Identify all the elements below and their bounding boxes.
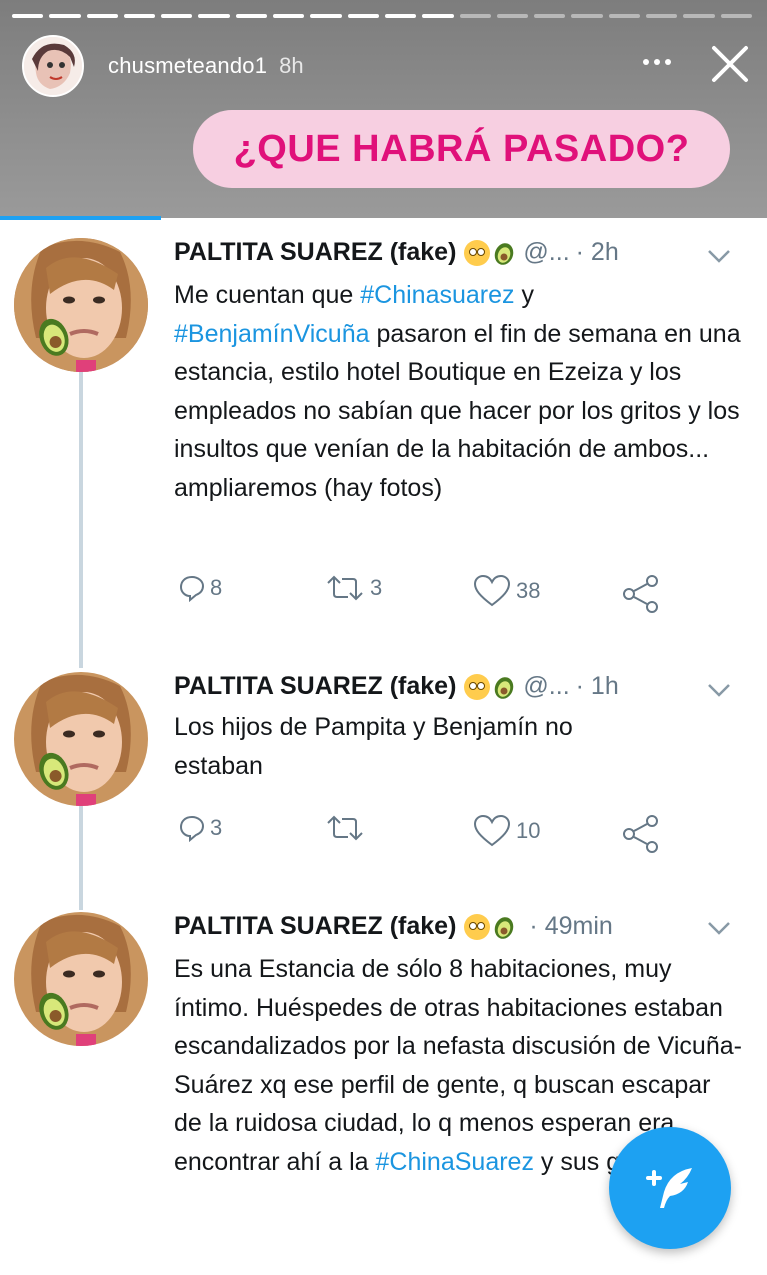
compose-tweet-button[interactable] (609, 1127, 731, 1249)
reply-button[interactable]: 8 (178, 574, 222, 602)
tweet-header: PALTITA SUAREZ (fake) @... · 1h (174, 672, 619, 701)
tweet-handle[interactable]: @... (523, 672, 569, 701)
story-user-row: chusmeteando1 8h (22, 35, 304, 97)
tweet-header: PALTITA SUAREZ (fake) @... · 2h (174, 238, 619, 267)
profile-avatar[interactable] (14, 672, 148, 806)
chevron-down-icon[interactable] (706, 246, 732, 266)
tweet-handle[interactable]: @... (523, 238, 569, 267)
tweet-actions: 3 10 (174, 814, 694, 854)
thread-line (79, 806, 83, 910)
tweet-author-name[interactable]: PALTITA SUAREZ (fake) (174, 912, 456, 941)
retweet-button[interactable] (324, 814, 370, 842)
avocado-emoji-icon (495, 676, 514, 699)
tweet-text: Me cuentan que #Chinasuarez y #BenjamínV… (174, 276, 744, 507)
tweet-time: · 1h (575, 672, 619, 700)
heart-icon (473, 814, 511, 847)
reply-icon (179, 815, 205, 842)
tweet-text-segment: Me cuentan que (174, 281, 361, 309)
flushed-emoji-icon (464, 673, 491, 700)
like-button[interactable]: 38 (472, 574, 540, 608)
retweet-button[interactable]: 3 (324, 574, 382, 602)
retweet-icon (327, 575, 363, 601)
tweet-header: PALTITA SUAREZ (fake) · 49min (174, 912, 613, 941)
tweet-time: · 49min (529, 912, 613, 940)
reply-count: 8 (210, 575, 223, 600)
thread-line (79, 372, 83, 668)
tweet-author-name[interactable]: PALTITA SUAREZ (fake) (174, 238, 456, 267)
story-avatar[interactable] (22, 35, 84, 97)
story-time: 8h (279, 53, 304, 78)
profile-avatar[interactable] (14, 912, 148, 1046)
avocado-emoji-icon (495, 916, 514, 939)
retweet-icon (327, 815, 363, 841)
reply-count: 3 (210, 815, 223, 840)
tweet-actions: 8 3 38 (174, 574, 694, 614)
tweet-text-segment: y (514, 281, 534, 309)
chevron-down-icon[interactable] (706, 918, 732, 938)
flushed-emoji-icon (464, 913, 491, 940)
share-button[interactable] (620, 814, 666, 854)
share-icon (623, 815, 658, 853)
tweet-text-segment: Los hijos de Pampita y Benjamín no estab… (174, 713, 573, 780)
hashtag-link[interactable]: #ChinaSuarez (376, 1148, 534, 1176)
story-progress-bar (12, 14, 752, 18)
tab-indicator (0, 216, 161, 220)
tweet-text: Los hijos de Pampita y Benjamín no estab… (174, 708, 654, 785)
retweet-count: 3 (370, 575, 383, 600)
heart-icon (473, 574, 511, 607)
reply-button[interactable]: 3 (178, 814, 222, 842)
chevron-down-icon[interactable] (706, 680, 732, 700)
flushed-emoji-icon (464, 239, 491, 266)
close-icon[interactable] (708, 42, 752, 86)
name-emojis (464, 673, 515, 700)
share-icon (623, 575, 658, 613)
like-button[interactable]: 10 (472, 814, 540, 848)
tweet-time: · 2h (575, 238, 619, 266)
more-options-icon[interactable] (638, 47, 678, 77)
reply-icon (179, 575, 205, 602)
sticker-text: ¿QUE HABRÁ PASADO? (233, 127, 690, 170)
hashtag-link[interactable]: #BenjamínVicuña (174, 320, 370, 348)
hashtag-link[interactable]: #Chinasuarez (360, 281, 514, 309)
story-username[interactable]: chusmeteando1 (108, 53, 267, 79)
story-header: chusmeteando1 8h ¿QUE HABRÁ PASADO? (0, 0, 767, 218)
name-emojis (464, 239, 515, 266)
like-count: 38 (516, 578, 541, 603)
like-count: 10 (516, 818, 541, 843)
share-button[interactable] (620, 574, 666, 614)
avocado-emoji-icon (495, 242, 514, 265)
profile-avatar[interactable] (14, 238, 148, 372)
name-emojis (464, 913, 515, 940)
question-sticker: ¿QUE HABRÁ PASADO? (193, 110, 730, 188)
compose-feather-icon (646, 1168, 692, 1208)
tweet-author-name[interactable]: PALTITA SUAREZ (fake) (174, 672, 456, 701)
